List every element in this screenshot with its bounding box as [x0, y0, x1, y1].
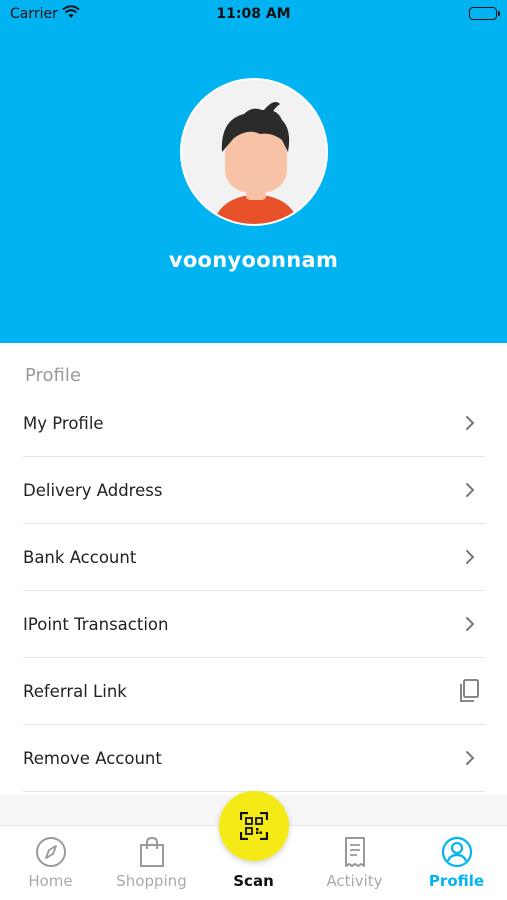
menu-item-label: Remove Account	[23, 748, 162, 768]
profile-menu: My Profile Delivery Address Bank Account…	[23, 390, 485, 792]
copy-icon[interactable]	[457, 678, 481, 704]
menu-item-ipoint-transaction[interactable]: IPoint Transaction	[23, 591, 485, 658]
status-bar: Carrier 11:08 AM	[0, 0, 507, 30]
tab-label: Shopping	[116, 872, 187, 890]
compass-icon	[35, 837, 66, 867]
chevron-right-icon	[466, 751, 475, 765]
tab-activity[interactable]: Activity	[304, 826, 405, 900]
tab-home[interactable]: Home	[0, 826, 101, 900]
menu-item-bank-account[interactable]: Bank Account	[23, 524, 485, 591]
tab-label: Profile	[428, 872, 485, 890]
section-title: Profile	[25, 365, 81, 386]
tab-shopping[interactable]: Shopping	[101, 826, 202, 900]
user-icon	[441, 836, 472, 868]
tab-label: Activity	[326, 872, 383, 890]
menu-item-delivery-address[interactable]: Delivery Address	[23, 457, 485, 524]
chevron-right-icon	[466, 617, 475, 631]
menu-item-remove-account[interactable]: Remove Account	[23, 725, 485, 792]
menu-item-label: IPoint Transaction	[23, 614, 169, 634]
qr-scan-icon	[240, 812, 268, 840]
menu-item-label: Delivery Address	[23, 480, 163, 500]
menu-item-my-profile[interactable]: My Profile	[23, 390, 485, 457]
menu-item-label: My Profile	[23, 413, 104, 433]
tab-label: Home	[28, 872, 73, 890]
menu-item-referral-link[interactable]: Referral Link	[23, 658, 485, 725]
chevron-right-icon	[466, 550, 475, 564]
receipt-icon	[344, 837, 365, 867]
username: voonyoonnam	[168, 248, 339, 272]
scan-button[interactable]	[219, 791, 289, 861]
tab-profile[interactable]: Profile	[406, 826, 507, 900]
menu-item-label: Bank Account	[23, 547, 137, 567]
chevron-right-icon	[466, 483, 475, 497]
battery-icon	[469, 7, 500, 20]
profile-header: Carrier 11:08 AM voonyoonnam	[0, 0, 507, 343]
clock: 11:08 AM	[216, 6, 291, 22]
shopping-bag-icon	[139, 836, 164, 867]
user-avatar-icon	[213, 102, 299, 224]
menu-item-label: Referral Link	[23, 681, 127, 701]
chevron-right-icon	[466, 416, 475, 430]
tab-label: Scan	[233, 872, 274, 890]
avatar[interactable]	[180, 78, 328, 226]
